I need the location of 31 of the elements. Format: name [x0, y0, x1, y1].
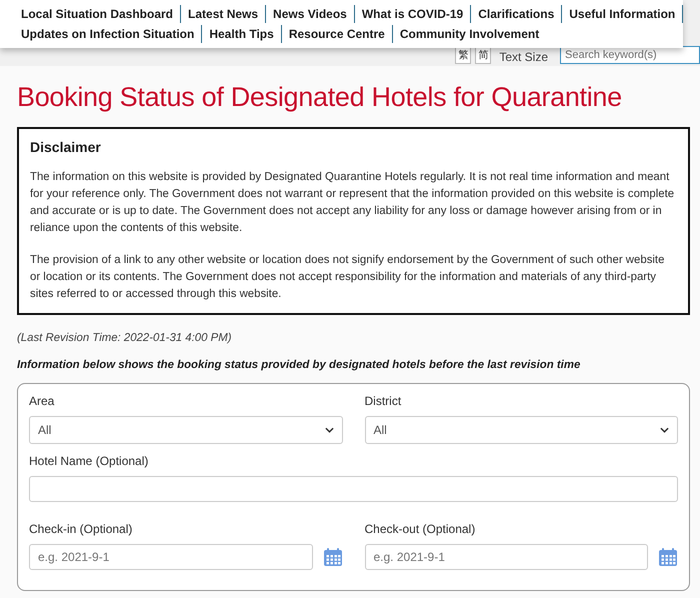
area-select[interactable]: All — [29, 416, 342, 444]
district-select[interactable]: All — [364, 416, 678, 444]
chevron-icon — [660, 427, 669, 433]
district-label: District — [364, 394, 402, 408]
nav-link[interactable]: Clarifications — [471, 5, 562, 23]
nav-link[interactable]: What is COVID-19 — [354, 5, 472, 23]
nav-link[interactable]: Local Situation Dashboard — [14, 5, 182, 23]
nav-link[interactable]: Updates on Infection Situation — [14, 25, 202, 43]
calendar-icon[interactable] — [658, 547, 678, 567]
chevron-icon — [324, 427, 334, 433]
disclaimer-heading: Disclaimer — [30, 139, 102, 155]
nav-link[interactable]: Community Involvement — [392, 25, 546, 43]
info-note: Information below shows the booking status provided by designated hotels before the last revision time — [17, 359, 582, 371]
disclaimer-paragraph: The provision of a link to any other website or location does not signify endorsement by the Government of such other website or location or its contents. The Government does not accept responsibility for the information and materials of any third-party sites referred to or accessed through this website. — [30, 253, 666, 302]
check-out-field[interactable]: e.g. 2021-9-1 — [364, 544, 648, 570]
nav-link[interactable]: Resource Centre — [282, 25, 393, 43]
check-in-label: Check-in (Optional) — [29, 522, 134, 536]
nav-link[interactable]: Latest News — [181, 5, 266, 23]
revision-time: (Last Revision Time: 2022-01-31 4:00 PM) — [17, 332, 233, 344]
disclaimer-paragraph: The information on this website is provided by Designated Quarantine Hotels regularly. It is not real time information and meant for your reference only. The Government does not warrant or represent that the information provided on this website is complete and accurate or is up to date. The Government does not accept any liability for any loss or damage however arising from or in reliance upon the contents of this website. — [30, 170, 676, 236]
nav-link[interactable]: News Videos — [266, 5, 355, 23]
text-size-label[interactable]: Text Size — [499, 50, 548, 64]
nav-link[interactable]: Health Tips — [202, 25, 282, 43]
calendar-icon[interactable] — [322, 547, 342, 567]
hotel-name-field[interactable] — [29, 476, 678, 502]
check-in-field[interactable]: e.g. 2021-9-1 — [29, 544, 312, 570]
hotel-name-label: Hotel Name (Optional) — [29, 454, 150, 468]
area-label: Area — [29, 394, 56, 408]
page-title: Booking Status of Designated Hotels for Quarantine — [17, 82, 623, 113]
check-out-label: Check-out (Optional) — [364, 522, 476, 536]
search-field[interactable]: Search keyword(s) — [560, 46, 700, 64]
